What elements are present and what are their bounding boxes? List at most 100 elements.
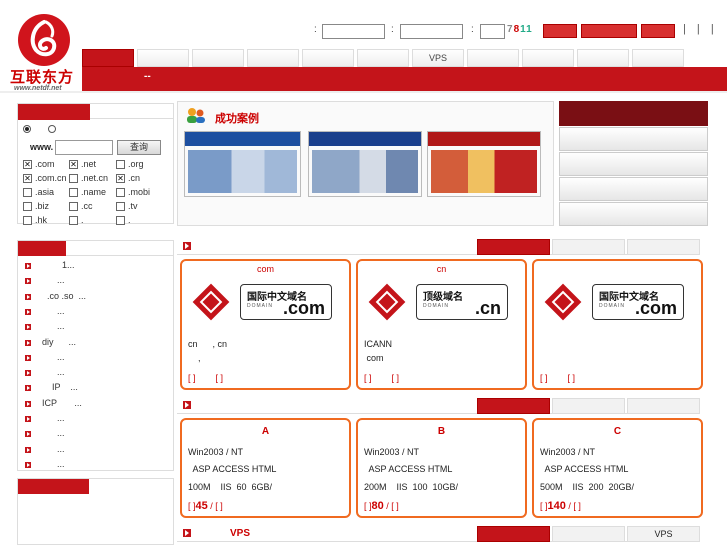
domain-query-button[interactable]: 查询 [117, 140, 161, 155]
list-item[interactable]: ... [25, 428, 170, 440]
captcha-code[interactable]: 7811 [507, 24, 533, 35]
list-item[interactable]: ... [25, 306, 170, 318]
domain-tab-3[interactable] [627, 239, 700, 255]
checkbox-icon[interactable] [69, 187, 78, 197]
showcase-image-1[interactable] [184, 131, 301, 197]
order-link[interactable]: / [ ] [210, 501, 223, 511]
checkbox-icon[interactable] [23, 187, 32, 197]
right-menu-header[interactable] [559, 101, 708, 126]
card-links[interactable]: [ ] [ ] [188, 373, 223, 383]
right-menu-item-2[interactable] [559, 152, 708, 176]
nav-tab-hosting[interactable] [192, 49, 244, 67]
showcase-image-3[interactable] [427, 131, 541, 197]
news-list-tab[interactable] [18, 241, 66, 256]
tld-option[interactable]: ✕ .com.cn [23, 173, 67, 183]
vps-tab-1[interactable] [477, 526, 550, 542]
nav-tab-pay[interactable] [577, 49, 629, 67]
detail-link[interactable]: [ ] [364, 501, 372, 511]
list-item[interactable]: IP ... [25, 382, 170, 394]
card-links[interactable]: [ ] [ ] [540, 373, 575, 383]
plan-links[interactable]: [ ]80 / [ ] [364, 500, 399, 512]
showcase-image-2[interactable] [308, 131, 422, 197]
order-link[interactable]: / [ ] [386, 501, 399, 511]
plan-links[interactable]: [ ]140 / [ ] [540, 500, 581, 512]
tld-option[interactable]: .asia [23, 187, 54, 197]
radio-chinese-domain[interactable] [48, 125, 56, 133]
tld-option[interactable]: .biz [23, 201, 49, 211]
checkbox-icon[interactable] [116, 159, 125, 169]
site-logo[interactable]: 互联东方 www.netdf.net [8, 12, 86, 92]
detail-link[interactable]: [ ] [188, 501, 196, 511]
nav-tab-agent[interactable] [522, 49, 574, 67]
tld-option[interactable]: ✕ .net [69, 159, 96, 169]
left-bottom-tab[interactable] [18, 479, 89, 494]
checkbox-checked-icon[interactable]: ✕ [23, 173, 32, 183]
order-link[interactable]: / [ ] [568, 501, 581, 511]
hosting-tab-3[interactable] [627, 398, 700, 414]
hosting-tab-1[interactable] [477, 398, 550, 414]
right-menu-item-4[interactable] [559, 202, 708, 226]
list-item[interactable]: ICP ... [25, 398, 170, 410]
tld-option[interactable]: .tv [116, 201, 138, 211]
checkbox-checked-icon[interactable]: ✕ [23, 159, 32, 169]
tld-option[interactable]: .cc [69, 201, 93, 211]
tld-option[interactable]: .org [116, 159, 144, 169]
domain-input[interactable] [55, 140, 113, 155]
checkbox-icon[interactable] [23, 201, 32, 211]
list-item[interactable]: ... [25, 321, 170, 333]
nav-tab-domain[interactable] [137, 49, 189, 67]
list-item[interactable]: diy ... [25, 337, 170, 349]
nav-tab-support[interactable] [632, 49, 684, 67]
tld-option[interactable]: ✕ .com [23, 159, 55, 169]
nav-tab-rental[interactable] [357, 49, 409, 67]
hosting-tab-2[interactable] [552, 398, 625, 414]
list-item[interactable]: ... [25, 367, 170, 379]
detail-link[interactable]: [ ] [540, 501, 548, 511]
nav-tab-vps[interactable]: VPS [412, 49, 464, 67]
forgot-password-button[interactable] [641, 24, 675, 38]
checkbox-icon[interactable] [116, 215, 125, 225]
tld-option[interactable]: .name [69, 187, 106, 197]
right-menu-item-1[interactable] [559, 127, 708, 151]
tld-option[interactable]: . [69, 215, 84, 225]
plan-links[interactable]: [ ]45 / [ ] [188, 500, 223, 512]
list-item[interactable]: ... [25, 459, 170, 471]
list-item[interactable]: .co .so ... [25, 291, 170, 303]
tld-option[interactable]: . [116, 215, 131, 225]
password-input[interactable] [400, 24, 463, 39]
radio-english-domain[interactable] [23, 125, 31, 133]
list-item[interactable]: ... [25, 413, 170, 425]
tld-option[interactable]: .mobi [116, 187, 150, 197]
nav-tab-home[interactable] [82, 49, 134, 67]
vps-tab-2[interactable] [552, 526, 625, 542]
nav-tab-site[interactable] [467, 49, 519, 67]
header-links[interactable]: | | | [683, 23, 718, 35]
nav-tab-email[interactable] [247, 49, 299, 67]
checkbox-icon[interactable] [116, 201, 125, 211]
right-menu-item-3[interactable] [559, 177, 708, 201]
list-item[interactable]: ... [25, 352, 170, 364]
username-input[interactable] [322, 24, 385, 39]
nav-tab-server[interactable] [302, 49, 354, 67]
domain-tab-1[interactable] [477, 239, 550, 255]
card-links[interactable]: [ ] [ ] [364, 373, 399, 383]
checkbox-icon[interactable] [116, 187, 125, 197]
checkbox-icon[interactable] [69, 215, 78, 225]
vps-tab-3[interactable]: VPS [627, 526, 700, 542]
checkbox-checked-icon[interactable]: ✕ [116, 173, 125, 183]
list-item[interactable]: ... [25, 444, 170, 456]
checkbox-icon[interactable] [69, 173, 78, 183]
checkbox-icon[interactable] [69, 201, 78, 211]
tld-option[interactable]: .hk [23, 215, 47, 225]
login-button[interactable] [543, 24, 577, 38]
domain-tab-2[interactable] [552, 239, 625, 255]
domain-search-tab[interactable] [18, 104, 90, 120]
register-button[interactable] [581, 24, 637, 38]
checkbox-icon[interactable] [23, 215, 32, 225]
checkbox-checked-icon[interactable]: ✕ [69, 159, 78, 169]
list-item[interactable]: 1... [25, 260, 170, 272]
tld-option[interactable]: ✕ .cn [116, 173, 140, 183]
list-item[interactable]: ... [25, 275, 170, 287]
captcha-input[interactable] [480, 24, 505, 39]
tld-option[interactable]: .net.cn [69, 173, 108, 183]
